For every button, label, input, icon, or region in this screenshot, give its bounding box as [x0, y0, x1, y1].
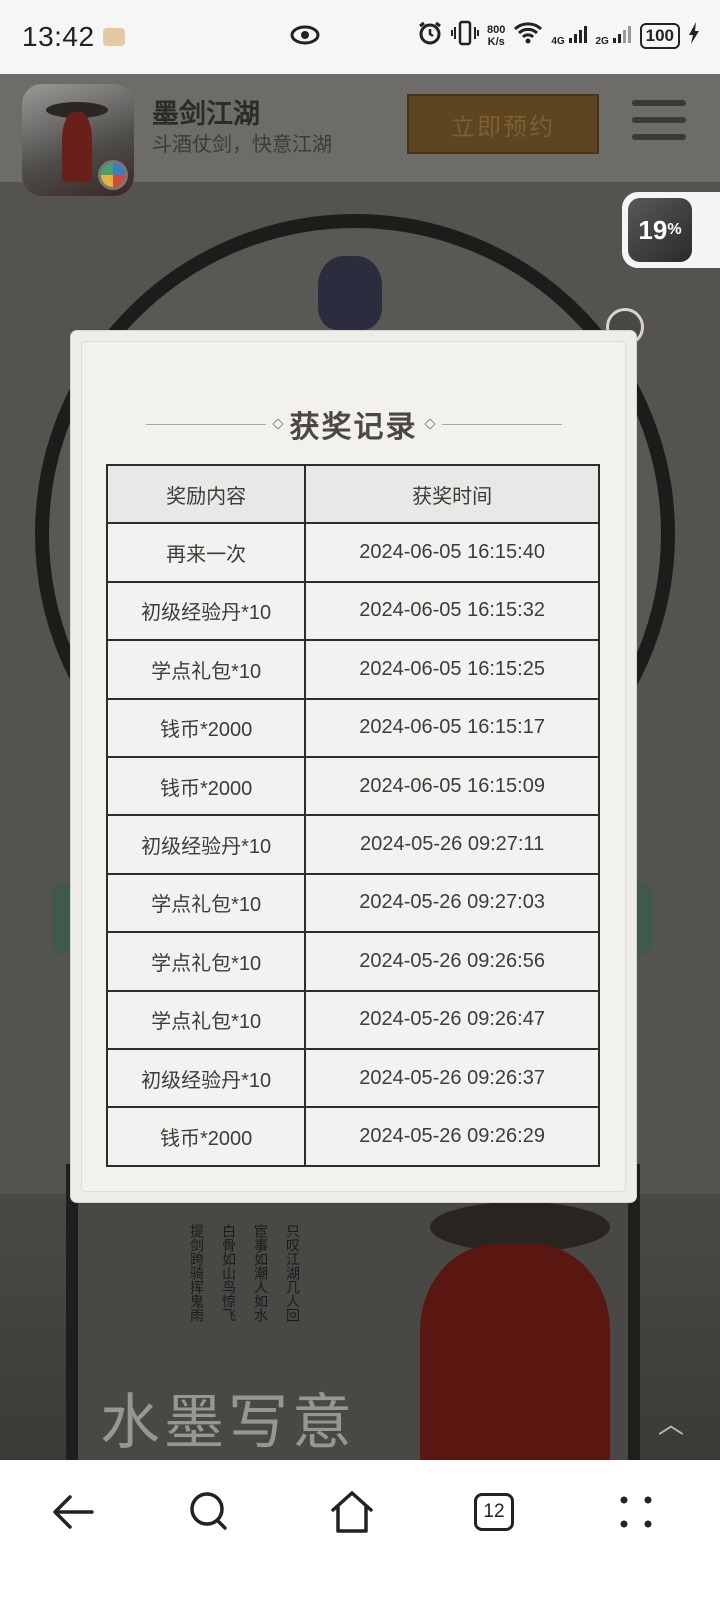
time-cell: 2024-06-05 16:15:17: [304, 697, 600, 758]
table-row: 初级经验丹*10 2024-05-26 09:26:37: [105, 1047, 600, 1109]
prize-bag-icon: [318, 256, 382, 330]
search-button[interactable]: [180, 1482, 240, 1542]
table-row: 钱币*2000 2024-06-05 16:15:09: [105, 755, 600, 817]
signal-bars-icon: [612, 26, 631, 43]
time-cell: 2024-06-05 16:15:09: [304, 755, 600, 817]
game-name: 墨剑江湖: [152, 99, 260, 130]
signal-bars-icon: [568, 26, 587, 43]
status-time: 13:42: [22, 21, 95, 52]
table-row: 钱币*2000 2024-06-05 16:15:17: [105, 697, 600, 758]
scroll-up-icon[interactable]: ︿: [658, 1404, 684, 1441]
alarm-icon: [417, 20, 443, 51]
reward-cell: 学点礼包*10: [105, 989, 307, 1050]
table-row: 学点礼包*10 2024-05-26 09:27:03: [105, 872, 600, 934]
back-arrow-icon: [53, 1495, 94, 1529]
reward-cell: 学点礼包*10: [105, 639, 307, 700]
table-row: 学点礼包*10 2024-05-26 09:26:56: [105, 931, 600, 992]
time-cell: 2024-06-05 16:15:32: [304, 580, 600, 642]
column-header-reward: 奖励内容: [105, 463, 307, 525]
title-divider-left: [145, 423, 266, 425]
column-header-time: 获奖时间: [304, 463, 600, 525]
network-speed: 800 K/s: [487, 23, 506, 48]
signal-4g: 4G: [551, 24, 587, 47]
time-cell: 2024-06-05 16:15:40: [304, 522, 600, 583]
game-slogan: 斗酒仗剑，快意江湖: [152, 132, 332, 156]
time-cell: 2024-05-26 09:26:29: [304, 1106, 600, 1167]
tabs-button[interactable]: 12: [464, 1482, 524, 1542]
time-cell: 2024-05-26 09:26:47: [304, 989, 600, 1050]
reward-cell: 初级经验丹*10: [105, 580, 307, 642]
reward-cell: 学点礼包*10: [105, 931, 307, 992]
reward-cell: 学点礼包*10: [105, 872, 307, 934]
wifi-icon: [513, 21, 543, 50]
table-row: 学点礼包*10 2024-06-05 16:15:25: [105, 639, 600, 700]
charging-icon: [688, 22, 700, 49]
diamond-icon: [271, 418, 284, 430]
time-cell: 2024-05-26 09:26:37: [304, 1047, 600, 1109]
art-calligraphy: 水墨写意: [100, 1388, 356, 1458]
back-button[interactable]: [42, 1482, 102, 1542]
time-cell: 2024-05-26 09:27:03: [304, 872, 600, 934]
art-poem: 只叹江湖几人回 宦事如潮人如水 白骨如山鸟惊飞 提剑跨骑挥鬼雨: [188, 1224, 300, 1322]
reward-cell: 钱币*2000: [105, 1106, 307, 1167]
reward-cell: 再来一次: [105, 522, 307, 583]
table-row: 初级经验丹*10 2024-06-05 16:15:32: [105, 580, 600, 642]
signal-2g: 2G: [596, 24, 632, 47]
table-row: 初级经验丹*10 2024-05-26 09:27:11: [105, 814, 600, 875]
home-icon: [331, 1491, 373, 1533]
progress-percent: 19%: [628, 198, 692, 262]
table-row: 再来一次 2024-06-05 16:15:40: [105, 522, 600, 583]
menu-icon[interactable]: [632, 100, 686, 144]
time-cell: 2024-06-05 16:15:25: [304, 639, 600, 700]
more-menu-button[interactable]: [606, 1482, 666, 1542]
prize-records-table: 奖励内容 获奖时间 再来一次 2024-06-05 16:15:40 初级经验丹*…: [105, 463, 600, 1167]
app-store-badge-icon: [98, 160, 128, 190]
floating-progress-widget[interactable]: 19%: [622, 192, 720, 268]
reward-cell: 初级经验丹*10: [105, 1047, 307, 1109]
reward-cell: 钱币*2000: [105, 697, 307, 758]
title-divider-right: [441, 423, 562, 425]
table-header-row: 奖励内容 获奖时间: [105, 463, 600, 525]
browser-nav-bar: 12: [0, 1460, 720, 1600]
home-button[interactable]: [322, 1482, 382, 1542]
search-icon: [190, 1492, 227, 1530]
more-dots-icon: [620, 1496, 652, 1528]
tab-count: 12: [474, 1493, 514, 1531]
battery-indicator: 100: [639, 22, 680, 49]
status-bar: 13:42 800 K/s 4G 2G 100: [0, 0, 720, 74]
eye-icon: [290, 24, 320, 50]
diamond-icon: [423, 418, 436, 430]
reward-cell: 钱币*2000: [105, 755, 307, 817]
time-cell: 2024-05-26 09:26:56: [304, 931, 600, 992]
table-row: 学点礼包*10 2024-05-26 09:26:47: [105, 989, 600, 1050]
time-cell: 2024-05-26 09:27:11: [304, 814, 600, 875]
reserve-button[interactable]: 立即预约: [407, 94, 599, 154]
notification-icon: [102, 28, 125, 46]
art-character: [420, 1244, 610, 1460]
modal-title: 获奖记录: [289, 410, 418, 445]
table-row: 钱币*2000 2024-05-26 09:26:29: [105, 1106, 600, 1167]
vibrate-icon: [451, 20, 480, 51]
reward-cell: 初级经验丹*10: [105, 814, 307, 875]
